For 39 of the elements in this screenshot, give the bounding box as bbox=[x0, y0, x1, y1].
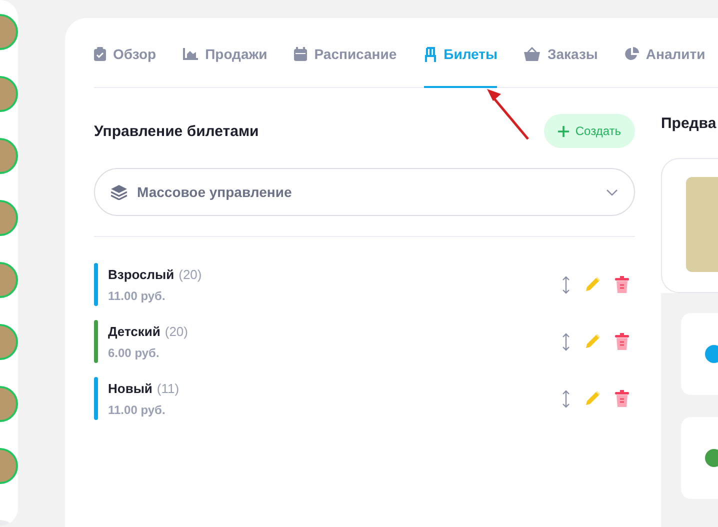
trash-icon[interactable] bbox=[615, 333, 629, 350]
ticket-price: 11.00 руб. bbox=[108, 289, 166, 303]
chair-icon bbox=[424, 46, 437, 62]
create-button[interactable]: Создать bbox=[544, 114, 635, 148]
chart-icon bbox=[183, 48, 198, 60]
bulk-manage-dropdown[interactable]: Массовое управление bbox=[94, 168, 635, 216]
basket-icon bbox=[524, 47, 540, 61]
ticket-count: (20) bbox=[178, 267, 202, 282]
ticket-name: Детский bbox=[108, 324, 160, 339]
trash-icon[interactable] bbox=[615, 390, 629, 407]
ticket-count: (11) bbox=[156, 381, 180, 396]
pencil-icon[interactable] bbox=[584, 390, 601, 407]
dropdown-value: Массовое управление bbox=[137, 184, 293, 200]
tab[interactable]: Заказы bbox=[524, 18, 598, 88]
reorder-handle[interactable] bbox=[562, 390, 570, 408]
tab[interactable]: Продажи bbox=[183, 18, 268, 88]
ticket-count: (20) bbox=[164, 324, 188, 339]
ticket-name: Новый bbox=[108, 381, 152, 396]
clipboard-icon bbox=[94, 47, 106, 61]
tab[interactable]: Билеты bbox=[424, 18, 498, 88]
pencil-icon[interactable] bbox=[584, 333, 601, 350]
section-title: Управление билетами bbox=[94, 122, 259, 140]
ticket-price: 11.00 руб. bbox=[108, 403, 166, 417]
ticket-name: Взрослый bbox=[108, 267, 174, 282]
pie-chart-icon bbox=[624, 47, 639, 61]
layers-icon bbox=[111, 184, 127, 200]
tab[interactable]: Обзор bbox=[94, 18, 156, 88]
section-title: Предва bbox=[661, 115, 718, 132]
ticket-price: 6.00 руб. bbox=[108, 346, 160, 360]
tab[interactable]: Аналити bbox=[624, 18, 706, 88]
trash-icon[interactable] bbox=[615, 276, 629, 293]
annotation-arrow bbox=[487, 89, 529, 140]
calendar-icon bbox=[294, 47, 308, 61]
pencil-icon[interactable] bbox=[584, 276, 601, 293]
chevron-down-icon bbox=[606, 188, 618, 196]
plus-icon bbox=[558, 126, 570, 136]
tab[interactable]: Расписание bbox=[294, 18, 397, 88]
reorder-handle[interactable] bbox=[562, 332, 570, 350]
reorder-handle[interactable] bbox=[562, 276, 570, 294]
